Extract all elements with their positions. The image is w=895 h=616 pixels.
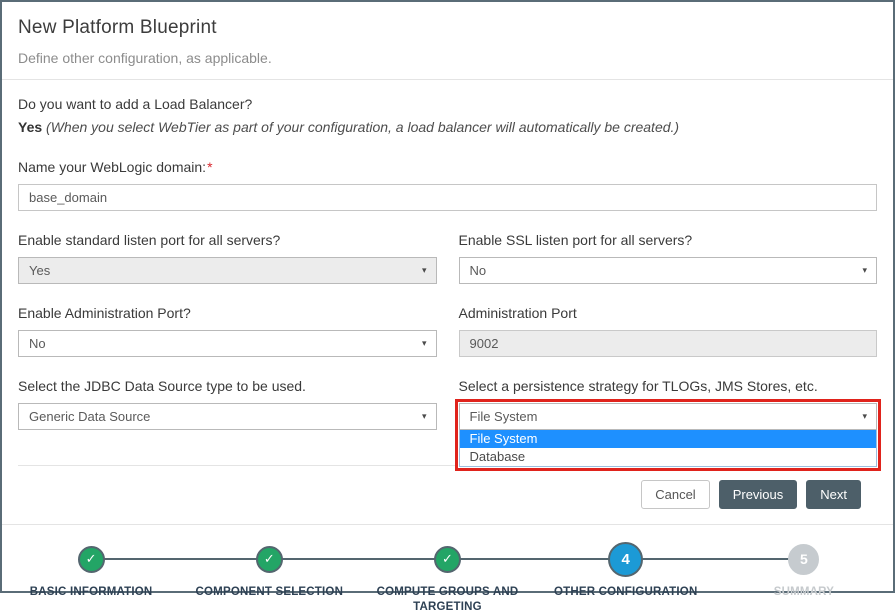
ssl-listen-port-group: Enable SSL listen port for all servers? … [459,232,878,284]
step-other-configuration[interactable]: 4 OTHER CONFIGURATION [537,540,715,615]
check-icon: ✓ [256,546,283,573]
load-balancer-note: (When you select WebTier as part of your… [42,119,679,135]
step-label: COMPUTE GROUPS AND TARGETING [363,585,533,615]
persistence-strategy-label: Select a persistence strategy for TLOGs,… [459,378,878,394]
dialog-header: New Platform Blueprint Define other conf… [2,2,893,80]
step-label: BASIC INFORMATION [30,585,153,600]
ssl-listen-port-value: No [470,263,487,278]
admin-port-group: Administration Port [459,305,878,357]
jdbc-source-label: Select the JDBC Data Source type to be u… [18,378,437,394]
jdbc-source-value: Generic Data Source [29,409,150,424]
previous-button[interactable]: Previous [719,480,798,509]
step-number-badge: 4 [608,542,643,577]
persistence-strategy-value: File System [470,409,538,424]
ssl-listen-port-label: Enable SSL listen port for all servers? [459,232,878,248]
load-balancer-question: Do you want to add a Load Balancer? [18,96,877,112]
step-compute-groups-and-targeting[interactable]: ✓ COMPUTE GROUPS AND TARGETING [358,540,536,615]
step-label: COMPONENT SELECTION [196,585,344,600]
persistence-strategy-options: File System Database [459,430,878,467]
persistence-strategy-slot: File System ▾ File System Database [459,403,878,439]
load-balancer-answer-line: Yes (When you select WebTier as part of … [18,119,877,135]
admin-port-input[interactable] [459,330,878,357]
step-summary[interactable]: 5 SUMMARY [715,540,893,615]
chevron-down-icon: ▾ [422,266,427,275]
page-title: New Platform Blueprint [18,17,877,39]
check-icon: ✓ [78,546,105,573]
form-grid: Enable standard listen port for all serv… [18,211,877,439]
jdbc-source-select[interactable]: Generic Data Source ▾ [18,403,437,430]
cancel-button[interactable]: Cancel [641,480,709,509]
new-platform-blueprint-dialog: { "window": { "title": "New Platform Blu… [0,0,895,593]
step-basic-information[interactable]: ✓ BASIC INFORMATION [2,540,180,615]
button-bar: Cancel Previous Next [18,465,877,524]
next-button[interactable]: Next [806,480,861,509]
step-component-selection[interactable]: ✓ COMPONENT SELECTION [180,540,358,615]
chevron-down-icon: ▾ [862,412,867,421]
chevron-down-icon: ▾ [422,339,427,348]
jdbc-source-group: Select the JDBC Data Source type to be u… [18,378,437,439]
stepper-steps: ✓ BASIC INFORMATION ✓ COMPONENT SELECTIO… [2,540,893,615]
weblogic-domain-input[interactable] [18,184,877,211]
form-body: Do you want to add a Load Balancer? Yes … [2,80,893,524]
step-label: SUMMARY [774,585,834,600]
option-database[interactable]: Database [460,448,877,466]
weblogic-domain-label: Name your WebLogic domain:* [18,159,877,175]
chevron-down-icon: ▾ [862,266,867,275]
chevron-down-icon: ▾ [422,412,427,421]
standard-listen-port-group: Enable standard listen port for all serv… [18,232,437,284]
check-icon: ✓ [434,546,461,573]
enable-admin-port-group: Enable Administration Port? No ▾ [18,305,437,357]
annotation-highlight-box: File System ▾ File System Database [455,399,882,471]
wizard-stepper: ✓ BASIC INFORMATION ✓ COMPONENT SELECTIO… [2,524,893,616]
enable-admin-port-value: No [29,336,46,351]
standard-listen-port-select[interactable]: Yes ▾ [18,257,437,284]
step-label: OTHER CONFIGURATION [554,585,698,600]
persistence-strategy-select[interactable]: File System ▾ [459,403,878,430]
standard-listen-port-label: Enable standard listen port for all serv… [18,232,437,248]
enable-admin-port-label: Enable Administration Port? [18,305,437,321]
ssl-listen-port-select[interactable]: No ▾ [459,257,878,284]
load-balancer-answer: Yes [18,119,42,135]
enable-admin-port-select[interactable]: No ▾ [18,330,437,357]
step-number-badge: 5 [788,544,819,575]
option-file-system[interactable]: File System [460,430,877,448]
persistence-strategy-group: Select a persistence strategy for TLOGs,… [459,378,878,439]
admin-port-label: Administration Port [459,305,878,321]
standard-listen-port-value: Yes [29,263,50,278]
required-asterisk: * [207,159,212,175]
page-subtitle: Define other configuration, as applicabl… [18,50,877,66]
